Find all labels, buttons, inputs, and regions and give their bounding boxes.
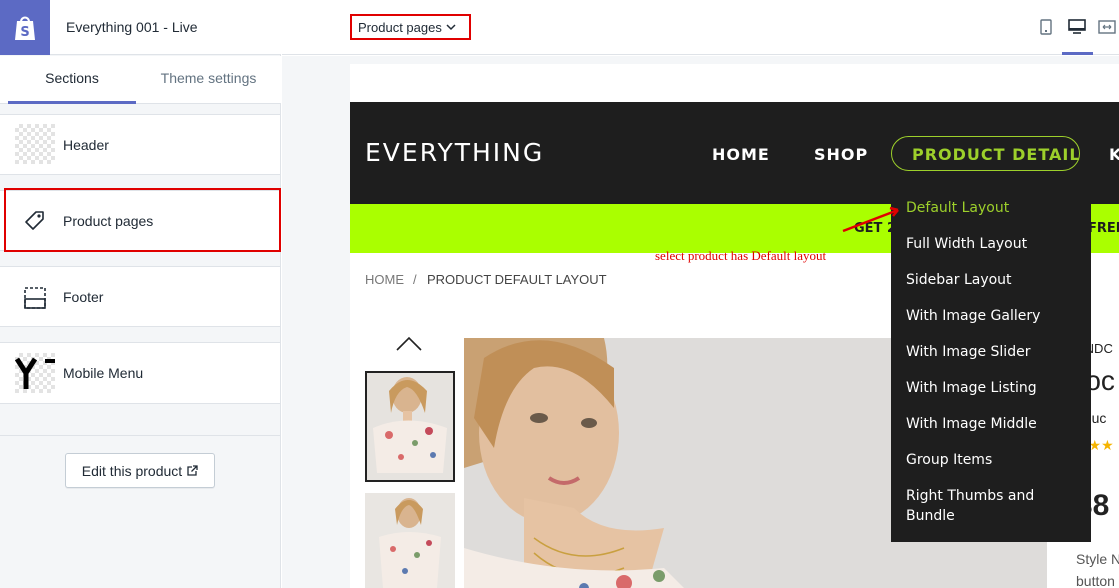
site-logo[interactable]: EVERYTHING (365, 138, 544, 167)
sidebar-tabs: Sections Theme settings (0, 56, 281, 104)
dropdown-item-full-width-layout[interactable]: Full Width Layout (906, 234, 1027, 254)
active-tab-indicator (8, 101, 136, 104)
divider (0, 435, 280, 436)
annotation-text: select product has Default layout (655, 248, 827, 263)
store-name: Everything 001 - Live (66, 19, 198, 35)
breadcrumb-home[interactable]: HOME (365, 272, 404, 287)
section-label: Mobile Menu (63, 365, 144, 381)
product-description-text: button (1076, 573, 1115, 588)
dropdown-item-image-listing[interactable]: With Image Listing (906, 378, 1037, 398)
product-photo-thumb (365, 493, 455, 588)
product-detail-dropdown: Default Layout Full Width Layout Sidebar… (891, 193, 1091, 542)
active-view-indicator (1062, 52, 1093, 55)
mobile-view-button[interactable] (1034, 14, 1058, 40)
editor-topbar: Product pages (282, 0, 1119, 55)
breadcrumb-current: PRODUCT DEFAULT LAYOUT (427, 272, 607, 287)
shopify-logo[interactable]: S (0, 0, 50, 55)
fullscreen-view-button[interactable] (1095, 14, 1119, 40)
tab-theme-settings[interactable]: Theme settings (141, 56, 276, 104)
desktop-view-button[interactable] (1065, 14, 1089, 40)
product-photo-thumb (367, 373, 453, 480)
dropdown-item-image-middle[interactable]: With Image Middle (906, 414, 1037, 434)
expand-icon (1098, 20, 1116, 34)
tab-sections[interactable]: Sections (8, 56, 136, 104)
promo-text-right: FREE (1088, 221, 1119, 236)
dropdown-item-right-thumbs-bundle-line2[interactable]: Bundle (906, 506, 955, 526)
breadcrumb-separator: / (413, 272, 417, 287)
nav-item-next[interactable]: K (1109, 145, 1119, 164)
highlight-box (4, 188, 281, 252)
chevron-up-icon[interactable] (396, 336, 422, 352)
section-label: Footer (63, 289, 104, 305)
dropdown-item-image-gallery[interactable]: With Image Gallery (906, 306, 1040, 326)
dropdown-item-default-layout[interactable]: Default Layout (906, 198, 1009, 218)
nav-item-shop[interactable]: SHOP (814, 145, 868, 164)
editor-sidebar: S Everything 001 - Live Sections Theme s… (0, 0, 281, 588)
dropdown-item-right-thumbs-bundle[interactable]: Right Thumbs and (906, 486, 1034, 506)
section-item-mobile-menu[interactable]: Mobile Menu (0, 342, 280, 404)
shopping-bag-icon: S (15, 16, 35, 40)
desktop-icon (1068, 19, 1086, 34)
svg-text:S: S (20, 25, 29, 40)
dropdown-item-image-slider[interactable]: With Image Slider (906, 342, 1030, 362)
nav-item-home[interactable]: HOME (712, 145, 770, 164)
nav-item-product-detail[interactable]: PRODUCT DETAIL (912, 145, 1081, 164)
footer-layout-icon (24, 287, 46, 309)
page-type-select[interactable]: Product pages (350, 14, 471, 40)
annotation-arrow (842, 206, 899, 233)
section-item-footer[interactable]: Footer (0, 266, 280, 327)
site-navigation: EVERYTHING HOME SHOP PRODUCT DETAIL K (350, 102, 1119, 204)
section-label: Header (63, 137, 109, 153)
dropdown-item-group-items[interactable]: Group Items (906, 450, 992, 470)
dropdown-item-sidebar-layout[interactable]: Sidebar Layout (906, 270, 1012, 290)
page-select-value: Product pages (358, 19, 442, 35)
product-thumbnail[interactable] (365, 493, 455, 588)
mobile-icon (1040, 19, 1052, 35)
external-link-icon (187, 465, 198, 476)
section-item-header[interactable]: Header (0, 114, 280, 175)
sidebar-header: S Everything 001 - Live (0, 0, 281, 55)
mobile-menu-thumbnail-icon (14, 353, 55, 393)
header-thumbnail-icon (15, 124, 55, 164)
edit-product-button[interactable]: Edit this product (65, 453, 215, 488)
edit-product-label: Edit this product (81, 462, 183, 479)
chevron-down-icon (446, 24, 456, 31)
product-style-text: Style N (1076, 551, 1119, 567)
product-thumbnail[interactable] (365, 371, 455, 482)
